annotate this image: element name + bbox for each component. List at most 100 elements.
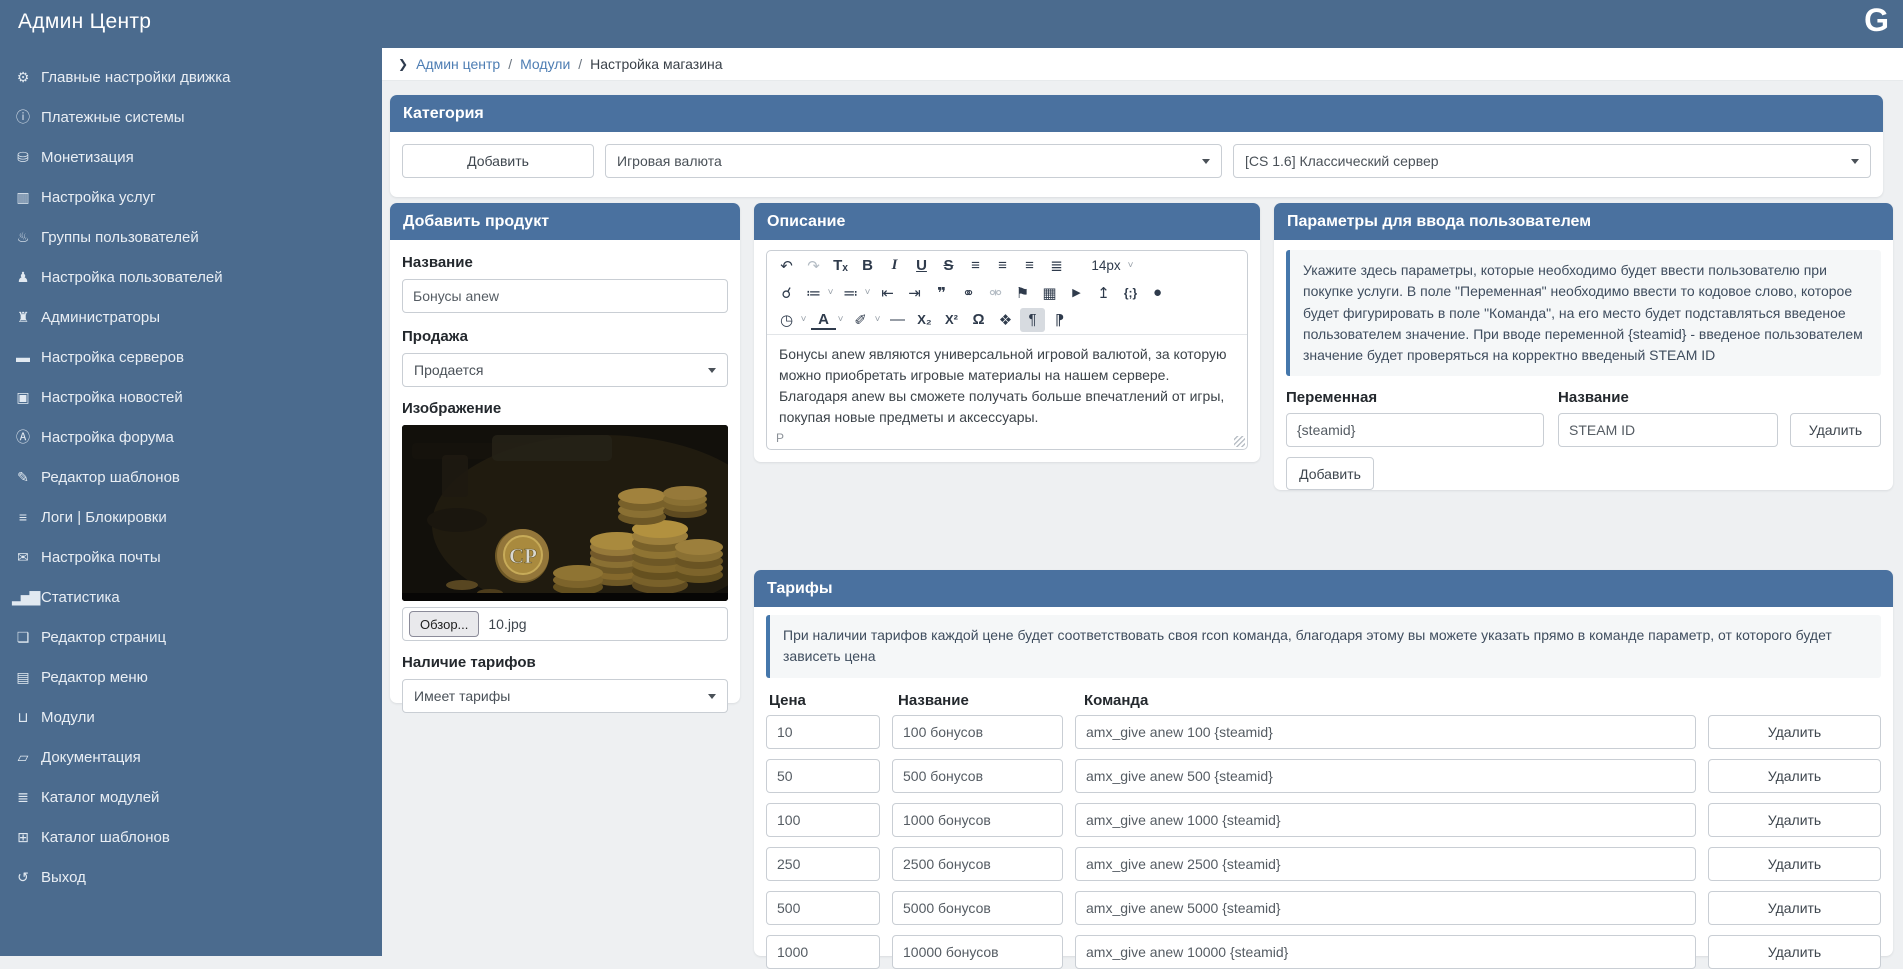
chevron-down-icon[interactable]: ˅ bbox=[825, 281, 836, 305]
text-color-icon[interactable]: A bbox=[811, 311, 836, 330]
category-add-button[interactable]: Добавить bbox=[402, 144, 594, 178]
tariff-command-input[interactable] bbox=[1075, 891, 1696, 925]
tariff-delete-button[interactable]: Удалить bbox=[1708, 847, 1881, 881]
breadcrumb-link-admin-center[interactable]: Админ центр bbox=[416, 56, 500, 72]
link-icon[interactable]: ⚭ bbox=[956, 281, 981, 305]
sidebar-item-user-groups[interactable]: ♨ Группы пользователей bbox=[0, 217, 382, 257]
indent-icon[interactable]: ⇥ bbox=[902, 281, 927, 305]
tariff-name-input[interactable] bbox=[892, 935, 1063, 969]
align-left-icon[interactable]: ≡ bbox=[963, 254, 988, 278]
search-icon[interactable]: ☌ bbox=[774, 281, 799, 305]
category-select[interactable]: Игровая валюта bbox=[605, 144, 1222, 178]
sidebar-item-forum-settings[interactable]: Ⓐ Настройка форума bbox=[0, 417, 382, 457]
redo-icon[interactable]: ↷ bbox=[801, 254, 826, 278]
datetime-icon[interactable]: ◷ bbox=[774, 308, 799, 332]
chevron-down-icon[interactable]: ˅ bbox=[798, 308, 809, 332]
ink-drop-icon[interactable]: ● bbox=[1145, 281, 1170, 305]
tariff-delete-button[interactable]: Удалить bbox=[1708, 891, 1881, 925]
chevron-down-icon[interactable]: ˅ bbox=[1125, 254, 1136, 278]
product-tariff-select[interactable]: Имеет тарифы bbox=[402, 679, 728, 713]
tariff-name-input[interactable] bbox=[892, 759, 1063, 793]
undo-icon[interactable]: ↶ bbox=[774, 254, 799, 278]
product-image-file-input[interactable]: Обзор... 10.jpg bbox=[402, 607, 728, 641]
chevron-down-icon[interactable]: ˅ bbox=[872, 308, 883, 332]
resize-grip[interactable] bbox=[1234, 436, 1245, 447]
unlink-icon[interactable]: ⚮ bbox=[983, 281, 1008, 305]
variable-input[interactable] bbox=[1286, 413, 1544, 447]
editor-content[interactable]: Бонусы anew являются универсальной игров… bbox=[767, 335, 1247, 437]
align-center-icon[interactable]: ≡ bbox=[990, 254, 1015, 278]
chevron-down-icon[interactable]: ˅ bbox=[835, 308, 846, 332]
underline-icon[interactable]: U bbox=[909, 254, 934, 278]
sidebar-item-users-settings[interactable]: ♟ Настройка пользователей bbox=[0, 257, 382, 297]
tariff-price-input[interactable] bbox=[766, 847, 880, 881]
tariff-delete-button[interactable]: Удалить bbox=[1708, 715, 1881, 749]
sidebar-item-template-editor[interactable]: ✎ Редактор шаблонов bbox=[0, 457, 382, 497]
tariff-name-input[interactable] bbox=[892, 803, 1063, 837]
sidebar-item-statistics[interactable]: ▂▅▇ Статистика bbox=[0, 577, 382, 617]
sidebar-item-payment-systems[interactable]: ⓘ Платежные системы bbox=[0, 97, 382, 137]
sidebar-item-documentation[interactable]: ▱ Документация bbox=[0, 737, 382, 777]
blockquote-icon[interactable]: ❞ bbox=[929, 281, 954, 305]
tariff-price-input[interactable] bbox=[766, 935, 880, 969]
breadcrumb-link-modules[interactable]: Модули bbox=[520, 56, 570, 72]
tariff-command-input[interactable] bbox=[1075, 759, 1696, 793]
tariff-price-input[interactable] bbox=[766, 891, 880, 925]
ltr-paragraph-icon[interactable]: ¶ bbox=[1020, 308, 1045, 332]
sidebar-item-menu-editor[interactable]: ▤ Редактор меню bbox=[0, 657, 382, 697]
image-icon[interactable]: ▦ bbox=[1037, 281, 1062, 305]
sidebar-item-servers-settings[interactable]: ▬ Настройка серверов bbox=[0, 337, 382, 377]
tariff-command-input[interactable] bbox=[1075, 935, 1696, 969]
horizontal-rule-icon[interactable]: — bbox=[885, 308, 910, 332]
product-name-input[interactable] bbox=[402, 279, 728, 313]
tariff-command-input[interactable] bbox=[1075, 803, 1696, 837]
video-icon[interactable]: ▶ bbox=[1064, 281, 1089, 305]
tariff-name-input[interactable] bbox=[892, 847, 1063, 881]
subscript-icon[interactable]: X₂ bbox=[912, 308, 937, 332]
tariff-price-input[interactable] bbox=[766, 759, 880, 793]
sidebar-item-monetization[interactable]: ⛁ Монетизация bbox=[0, 137, 382, 177]
param-name-input[interactable] bbox=[1558, 413, 1778, 447]
tariff-command-input[interactable] bbox=[1075, 847, 1696, 881]
italic-icon[interactable]: I bbox=[882, 254, 907, 278]
param-delete-button[interactable]: Удалить bbox=[1790, 413, 1881, 447]
sidebar-item-news-settings[interactable]: ▣ Настройка новостей bbox=[0, 377, 382, 417]
embed-icon[interactable]: ↥ bbox=[1091, 281, 1116, 305]
strikethrough-icon[interactable]: S bbox=[936, 254, 961, 278]
bold-icon[interactable]: B bbox=[855, 254, 880, 278]
tariff-command-input[interactable] bbox=[1075, 715, 1696, 749]
highlighter-icon[interactable]: ✐ bbox=[848, 308, 873, 332]
superscript-icon[interactable]: X² bbox=[939, 308, 964, 332]
tariff-delete-button[interactable]: Удалить bbox=[1708, 759, 1881, 793]
align-justify-icon[interactable]: ≣ bbox=[1044, 254, 1069, 278]
align-right-icon[interactable]: ≡ bbox=[1017, 254, 1042, 278]
sidebar-item-template-catalog[interactable]: ⊞ Каталог шаблонов bbox=[0, 817, 382, 857]
rtl-paragraph-icon[interactable]: ⁋ bbox=[1047, 308, 1072, 332]
bookmark-icon[interactable]: ⚑ bbox=[1010, 281, 1035, 305]
sidebar-item-engine-settings[interactable]: ⚙ Главные настройки движка bbox=[0, 57, 382, 97]
sidebar-item-mail-settings[interactable]: ✉ Настройка почты bbox=[0, 537, 382, 577]
special-character-icon[interactable]: Ω bbox=[966, 308, 991, 332]
list-ul-icon[interactable]: ≔ bbox=[801, 281, 826, 305]
tariff-delete-button[interactable]: Удалить bbox=[1708, 935, 1881, 969]
param-add-button[interactable]: Добавить bbox=[1286, 457, 1374, 490]
sidebar-item-logout[interactable]: ↺ Выход bbox=[0, 857, 382, 897]
sidebar-item-logs-bans[interactable]: ≡ Логи | Блокировки bbox=[0, 497, 382, 537]
list-ol-icon[interactable]: ≕ bbox=[838, 281, 863, 305]
tariff-name-input[interactable] bbox=[892, 715, 1063, 749]
browse-button[interactable]: Обзор... bbox=[409, 611, 479, 637]
fullscreen-icon[interactable]: ❖ bbox=[993, 308, 1018, 332]
code-sample-icon[interactable]: {;} bbox=[1118, 281, 1143, 305]
sidebar-item-services-settings[interactable]: ▥ Настройка услуг bbox=[0, 177, 382, 217]
sidebar-item-modules[interactable]: ⊔ Модули bbox=[0, 697, 382, 737]
tariff-name-input[interactable] bbox=[892, 891, 1063, 925]
font-size-select[interactable]: 14px bbox=[1086, 254, 1126, 278]
clear-formatting-icon[interactable]: Tₓ bbox=[828, 254, 853, 278]
tariff-price-input[interactable] bbox=[766, 715, 880, 749]
outdent-icon[interactable]: ⇤ bbox=[875, 281, 900, 305]
product-sale-select[interactable]: Продается bbox=[402, 353, 728, 387]
server-select[interactable]: [CS 1.6] Классический сервер bbox=[1233, 144, 1871, 178]
sidebar-item-administrators[interactable]: ♜ Администраторы bbox=[0, 297, 382, 337]
tariff-price-input[interactable] bbox=[766, 803, 880, 837]
tariff-delete-button[interactable]: Удалить bbox=[1708, 803, 1881, 837]
